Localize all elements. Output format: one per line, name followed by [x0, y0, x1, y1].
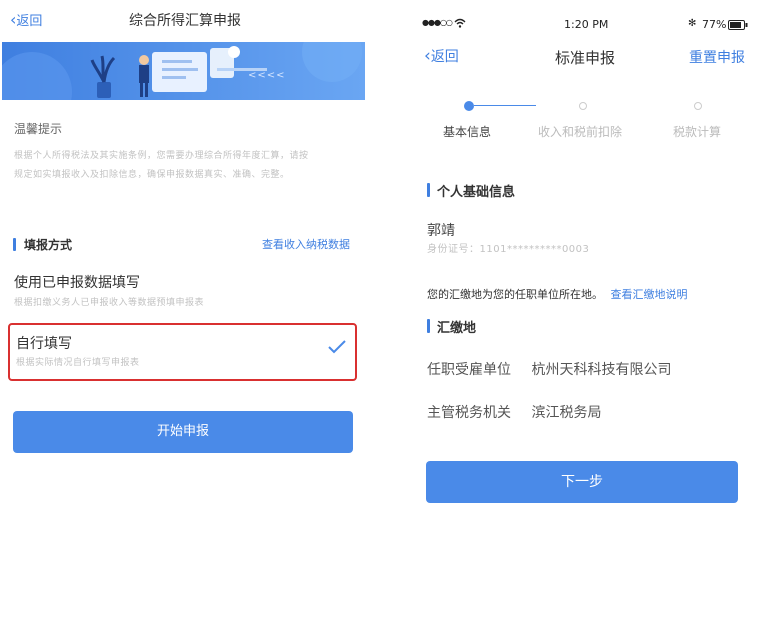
tax-office-row[interactable]: 主管税务机关 滨江税务局: [427, 402, 601, 422]
banner-illustration: [2, 42, 362, 100]
step-dot: [694, 102, 702, 110]
id-number-row: 身份证号：1101**********0003: [427, 240, 589, 255]
wifi-icon: [454, 18, 466, 31]
checkmark-icon: [327, 339, 347, 359]
payment-explanation-link[interactable]: 查看汇缴地说明: [611, 288, 688, 301]
step-dot: [579, 102, 587, 110]
step-label-income: 收入和税前扣除: [538, 125, 623, 139]
bluetooth-icon: ✻: [688, 18, 697, 29]
employer-value: 杭州天科科技有限公司: [531, 362, 672, 378]
banner: <<<<: [2, 42, 365, 100]
status-time: 1:20 PM: [564, 18, 609, 31]
progress-stepper: 基本信息 收入和税前扣除 税款计算: [410, 96, 760, 142]
battery-percent: 77%: [702, 18, 727, 31]
notice-heading: 温馨提示: [14, 122, 63, 136]
step-label-tax-calc: 税款计算: [673, 125, 722, 139]
id-value: 1101**********0003: [479, 244, 590, 255]
employer-label: 任职受雇单位: [427, 362, 511, 378]
right-screen: ●●●○○ 1:20 PM ✻ 77% ‹返回 标准申报 重置申报 基本信息 收…: [410, 0, 760, 632]
notice-line-1: 根据个人所得税法及其实施条例，您需要办理综合所得年度汇算，请按: [14, 151, 309, 161]
option-self-fill[interactable]: 自行填写 根据实际情况自行填写申报表: [8, 323, 357, 381]
tax-office-value: 滨江税务局: [531, 405, 602, 421]
banner-arrows: <<<<: [248, 70, 286, 81]
section-marker: [13, 238, 16, 251]
section-marker: [427, 319, 430, 333]
fill-method-heading: 填报方式: [24, 238, 73, 252]
step-line: [474, 105, 536, 106]
page-title: 综合所得汇算申报: [129, 13, 241, 29]
signal-dots: ●●●○○: [422, 18, 453, 27]
option-desc: 根据实际情况自行填写申报表: [16, 358, 140, 368]
view-income-link[interactable]: 查看收入纳税数据: [262, 236, 350, 252]
option-prefilled[interactable]: 使用已申报数据填写 根据扣缴义务人已申报收入等数据预填申报表: [10, 268, 355, 312]
section-marker: [427, 183, 430, 197]
battery-icon: [728, 20, 748, 33]
employer-row[interactable]: 任职受雇单位 杭州天科科技有限公司: [427, 359, 671, 379]
left-screen: ‹返回 综合所得汇算申报 <<<< 温馨提示 根据个人所得税法及其实施条例，您需…: [0, 0, 370, 632]
taxpayer-name: 郭靖: [427, 223, 455, 239]
tax-office-label: 主管税务机关: [427, 405, 511, 421]
start-declaration-button[interactable]: 开始申报: [13, 411, 353, 453]
status-bar: ●●●○○ 1:20 PM ✻ 77%: [410, 18, 760, 36]
notice-line-2: 规定如实填报收入及扣除信息，确保申报数据真实、准确、完整。: [14, 170, 290, 180]
reset-declaration-link[interactable]: 重置申报: [689, 47, 745, 67]
option-title: 自行填写: [16, 336, 72, 352]
payment-place-heading: 汇缴地: [437, 321, 477, 336]
option-desc: 根据扣缴义务人已申报收入等数据预填申报表: [14, 298, 205, 308]
step-dot-active: [464, 101, 474, 111]
id-label: 身份证号：: [427, 244, 480, 255]
payment-note: 您的汇缴地为您的任职单位所在地。 查看汇缴地说明: [427, 286, 688, 302]
option-title: 使用已申报数据填写: [14, 275, 140, 291]
payment-note-text: 您的汇缴地为您的任职单位所在地。: [427, 288, 603, 301]
next-step-button[interactable]: 下一步: [426, 461, 738, 503]
step-label-basic-info: 基本信息: [443, 125, 492, 139]
personal-info-heading: 个人基础信息: [437, 185, 516, 200]
